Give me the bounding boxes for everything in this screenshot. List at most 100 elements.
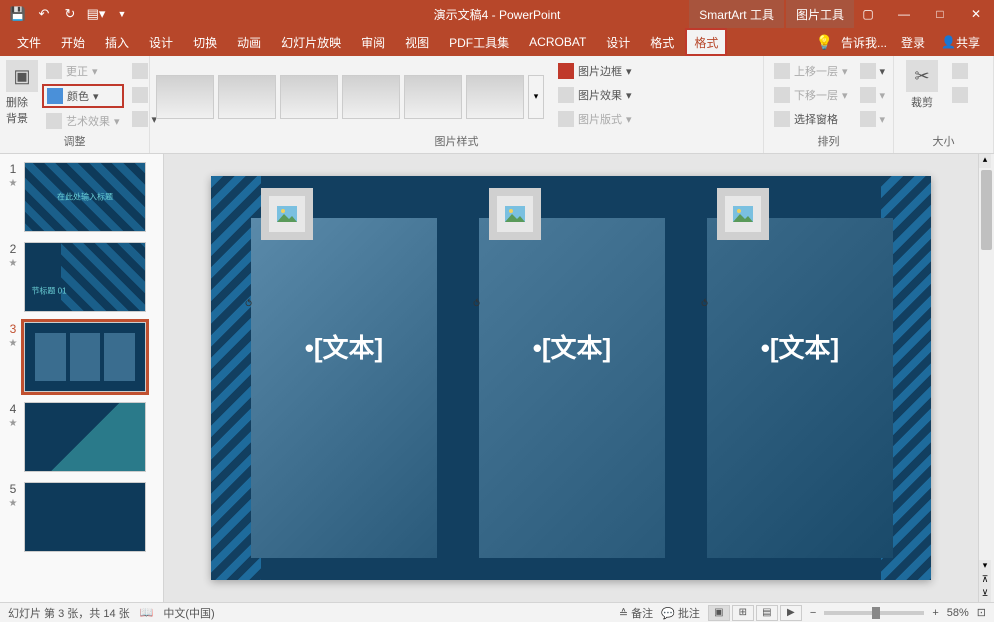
picture-placeholder[interactable] [717,188,769,240]
share-button[interactable]: 👤共享 [935,28,986,56]
rotate-button[interactable]: ▾ [856,108,890,130]
prev-slide-button[interactable]: ⊼ [979,574,991,588]
spellcheck-icon[interactable]: 📖 [140,606,154,619]
minimize-button[interactable]: — [886,0,922,28]
start-show-button[interactable]: ▤▾ [84,2,108,26]
ribbon-tabs: 文件 开始 插入 设计 切换 动画 幻灯片放映 审阅 视图 PDF工具集 ACR… [0,28,994,56]
fit-to-window-button[interactable]: ⊡ [977,606,986,619]
selection-pane-button[interactable]: 选择窗格 [770,108,852,130]
height-input[interactable] [948,60,972,82]
anim-star-icon: ★ [9,498,18,509]
scrollbar-thumb[interactable] [981,170,992,250]
scroll-up-button[interactable]: ▴ [979,154,991,168]
login-button[interactable]: 登录 [895,28,931,56]
slide-canvas[interactable]: ⟲ •[文本] ⟲ •[文本] ⟲ •[文本] [211,176,931,580]
reading-view-button[interactable]: ▤ [756,605,778,621]
align-button[interactable]: ▾ [856,60,890,82]
tab-review[interactable]: 审阅 [352,28,394,56]
crop-button[interactable]: ✂ 裁剪 [900,60,944,133]
rotate-handle[interactable]: ⟲ [239,298,253,398]
vertical-scrollbar[interactable]: ▴ ▾ ⊼ ⊻ [978,154,994,602]
undo-button[interactable]: ↶ [32,2,56,26]
style-item[interactable] [280,75,338,119]
tab-sa-design[interactable]: 设计 [597,28,639,56]
normal-view-button[interactable]: ▣ [708,605,730,621]
contextual-tabs: SmartArt 工具 图片工具 [689,0,854,28]
slide-thumbnails[interactable]: 1★ 在此处输入标题 2★ 节标题 01 3★ 4★ 5★ [0,154,164,602]
smartart-shape-3[interactable]: ⟲ •[文本] [707,218,893,558]
width-input[interactable] [948,84,972,106]
tab-pic-format[interactable]: 格式 [685,28,727,56]
rotate-icon [860,111,876,127]
zoom-in-button[interactable]: + [932,607,938,619]
slide-counter[interactable]: 幻灯片 第 3 张，共 14 张 [8,605,130,621]
picture-border-button[interactable]: 图片边框 ▾ [554,60,636,82]
tab-acrobat[interactable]: ACROBAT [520,28,595,56]
group-size: ✂ 裁剪 大小 [894,56,994,153]
style-item[interactable] [342,75,400,119]
picture-layout-button[interactable]: 图片版式 ▾ [554,108,636,130]
redo-button[interactable]: ↻ [58,2,82,26]
tab-slideshow[interactable]: 幻灯片放映 [272,28,350,56]
slideshow-view-button[interactable]: ▶ [780,605,802,621]
styles-gallery[interactable]: ▾ [156,60,544,133]
scroll-down-button[interactable]: ▾ [979,560,991,574]
styles-more-button[interactable]: ▾ [528,75,544,119]
next-slide-button[interactable]: ⊻ [979,588,991,602]
notes-button[interactable]: ≙ 备注 [619,605,653,621]
save-button[interactable]: 💾 [6,2,30,26]
zoom-slider-thumb[interactable] [872,607,880,619]
tab-view[interactable]: 视图 [396,28,438,56]
thumbnail-5[interactable]: 5★ [0,480,163,560]
text-placeholder[interactable]: •[文本] [761,328,839,365]
image-icon [733,206,753,222]
zoom-slider[interactable] [824,611,924,615]
tab-animations[interactable]: 动画 [228,28,270,56]
tab-file[interactable]: 文件 [8,28,50,56]
picture-placeholder[interactable] [489,188,541,240]
tab-pdf[interactable]: PDF工具集 [440,28,518,56]
color-button[interactable]: 颜色 ▾ [42,84,124,108]
close-button[interactable]: ✕ [958,0,994,28]
picture-effects-button[interactable]: 图片效果 ▾ [554,84,636,106]
bring-forward-button[interactable]: 上移一层 ▾ [770,60,852,82]
send-backward-button[interactable]: 下移一层 ▾ [770,84,852,106]
thumbnail-3[interactable]: 3★ [0,320,163,400]
tab-home[interactable]: 开始 [52,28,94,56]
smartart-shape-2[interactable]: ⟲ •[文本] [479,218,665,558]
artistic-effects-button[interactable]: 艺术效果 ▾ [42,110,124,132]
tab-sa-format[interactable]: 格式 [641,28,683,56]
thumbnail-2[interactable]: 2★ 节标题 01 [0,240,163,320]
picture-placeholder[interactable] [261,188,313,240]
group-arrange: 上移一层 ▾ 下移一层 ▾ 选择窗格 ▾ ▾ ▾ 排列 [764,56,894,153]
group-objects-button[interactable]: ▾ [856,84,890,106]
style-item[interactable] [466,75,524,119]
smartart-shape-1[interactable]: ⟲ •[文本] [251,218,437,558]
thumbnail-1[interactable]: 1★ 在此处输入标题 [0,160,163,240]
zoom-level[interactable]: 58% [947,607,969,619]
zoom-out-button[interactable]: − [810,607,816,619]
tab-design[interactable]: 设计 [140,28,182,56]
language-indicator[interactable]: 中文(中国) [163,605,214,621]
remove-bg-button[interactable]: ▣ 删除背景 [6,60,38,133]
style-item[interactable] [218,75,276,119]
style-item[interactable] [404,75,462,119]
rotate-handle[interactable]: ⟲ [695,298,709,398]
style-item[interactable] [156,75,214,119]
ribbon-options-button[interactable]: ▢ [850,0,886,28]
comments-button[interactable]: 💬 批注 [661,605,700,621]
tellme-input[interactable]: 告诉我... [837,28,891,56]
sorter-view-button[interactable]: ⊞ [732,605,754,621]
rotate-handle[interactable]: ⟲ [467,298,481,398]
text-placeholder[interactable]: •[文本] [305,328,383,365]
forward-icon [774,63,790,79]
corrections-button[interactable]: 更正 ▾ [42,60,124,82]
workspace: 1★ 在此处输入标题 2★ 节标题 01 3★ 4★ 5★ [0,154,994,602]
maximize-button[interactable]: □ [922,0,958,28]
text-placeholder[interactable]: •[文本] [533,328,611,365]
tab-insert[interactable]: 插入 [96,28,138,56]
group-picture-styles: ▾ 图片边框 ▾ 图片效果 ▾ 图片版式 ▾ 图片样式 [150,56,764,153]
tab-transitions[interactable]: 切换 [184,28,226,56]
thumbnail-4[interactable]: 4★ [0,400,163,480]
qat-customize-button[interactable]: ▼ [110,2,134,26]
